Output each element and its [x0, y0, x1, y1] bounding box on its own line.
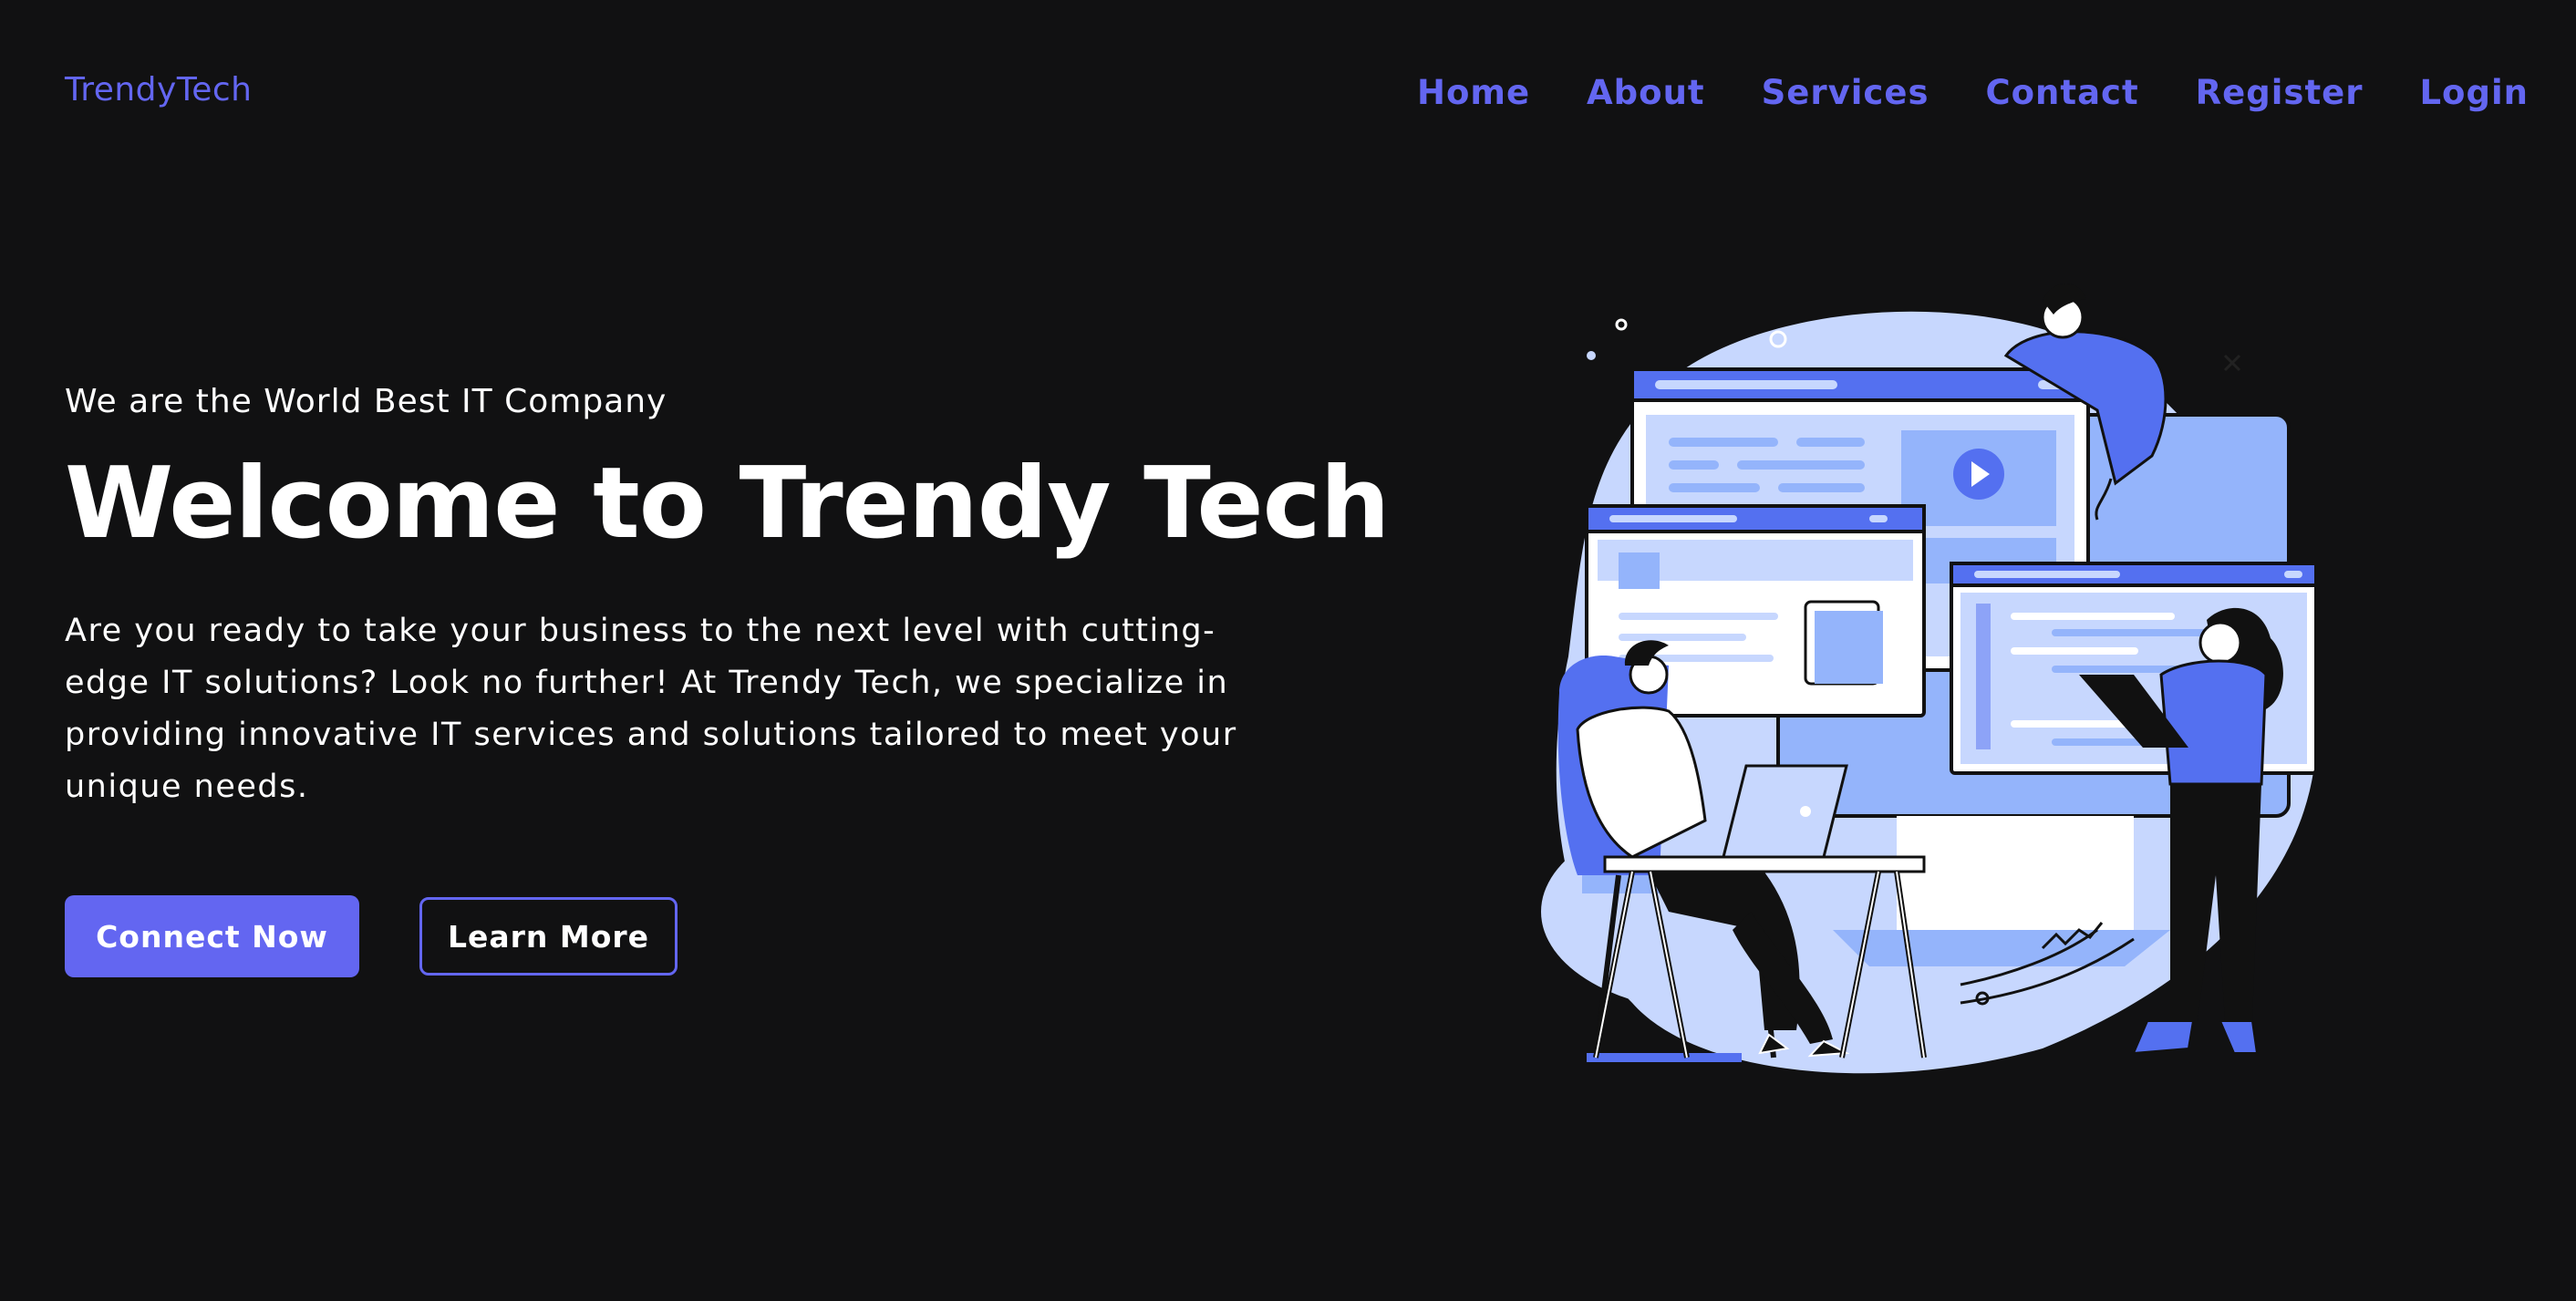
decor-dot — [1587, 351, 1596, 360]
decor-ring-small — [1615, 318, 1628, 331]
connect-now-button[interactable]: Connect Now — [65, 895, 359, 977]
hero-tagline: We are the World Best IT Company — [65, 383, 667, 420]
hero-title: Welcome to Trendy Tech — [65, 447, 1391, 561]
nav-home[interactable]: Home — [1417, 73, 1530, 112]
hero-description: Are you ready to take your business to t… — [65, 613, 1237, 805]
learn-more-button[interactable]: Learn More — [419, 897, 678, 976]
nav-services[interactable]: Services — [1762, 73, 1929, 112]
main-nav: Home About Services Contact Register Log… — [1417, 73, 2529, 112]
monitor-stand — [1897, 816, 2134, 944]
nav-register[interactable]: Register — [2196, 73, 2364, 112]
logo[interactable]: TrendyTech — [65, 71, 252, 108]
decor-cross — [2223, 354, 2241, 372]
nav-contact[interactable]: Contact — [1985, 73, 2138, 112]
nav-about[interactable]: About — [1587, 73, 1705, 112]
nav-login[interactable]: Login — [2419, 73, 2529, 112]
landing-page: TrendyTech Home About Services Contact R… — [0, 0, 2576, 1301]
hero-illustration — [1541, 283, 2318, 1074]
